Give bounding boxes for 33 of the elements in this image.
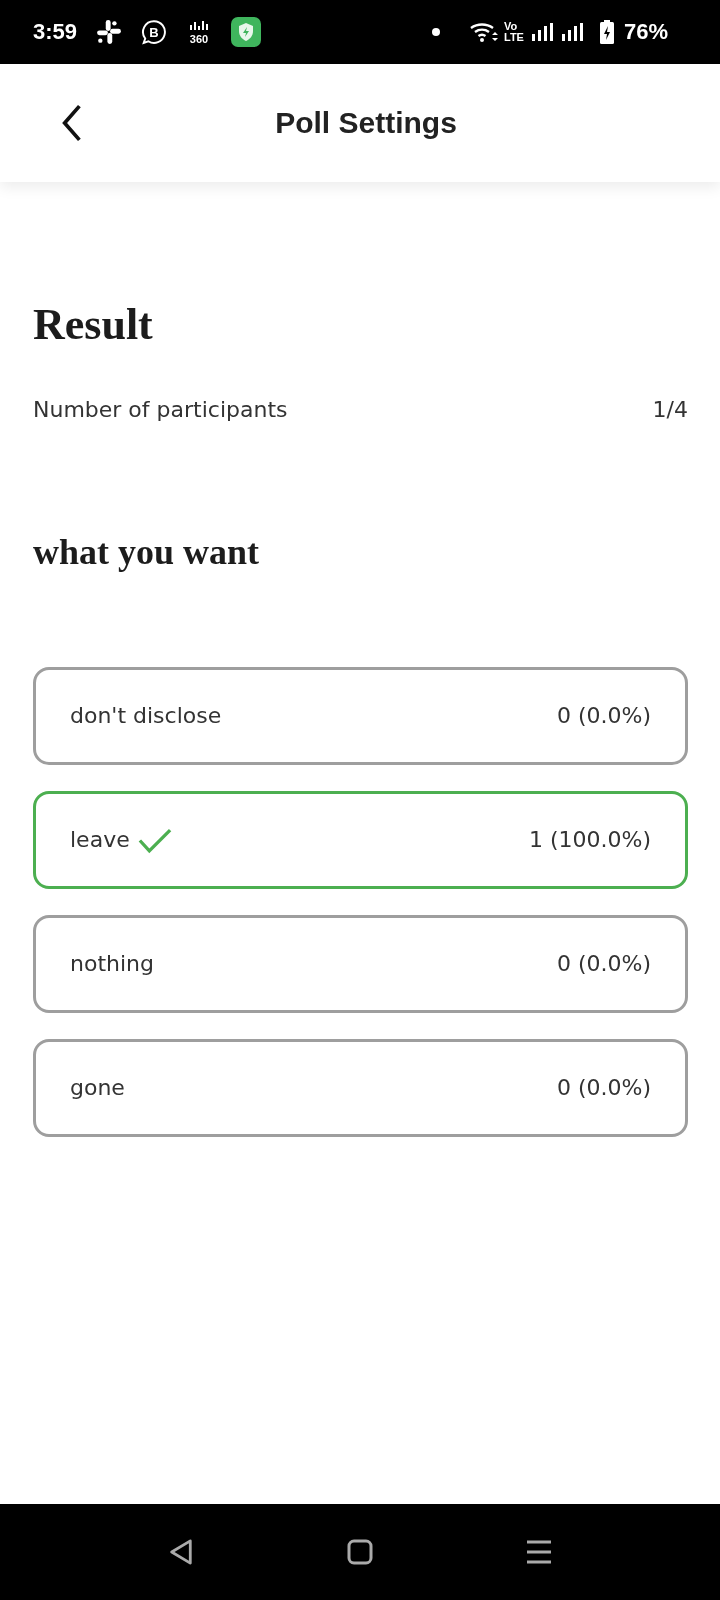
participants-count: 1/4 — [652, 396, 688, 424]
poll-option[interactable]: leave 1 (100.0%) — [33, 791, 688, 889]
triangle-back-icon — [168, 1539, 194, 1565]
battery-percent: 76% — [623, 19, 668, 45]
poll-option[interactable]: gone 0 (0.0%) — [33, 1039, 688, 1137]
signal-icon — [561, 23, 584, 41]
option-label: nothing — [70, 950, 154, 978]
question-title: what you want — [33, 532, 260, 572]
volte-indicator: Vo LTE — [504, 21, 524, 43]
battery-charging-icon — [599, 20, 614, 44]
option-result: 0 (0.0%) — [556, 950, 651, 978]
poll-option[interactable]: nothing 0 (0.0%) — [33, 915, 688, 1013]
notification-dot-icon — [432, 28, 440, 36]
pinwheel-icon — [96, 19, 123, 45]
option-result: 1 (100.0%) — [528, 826, 651, 854]
menu-icon — [526, 1539, 552, 1565]
option-result: 0 (0.0%) — [556, 702, 651, 730]
check-icon — [137, 826, 172, 854]
option-result: 0 (0.0%) — [556, 1074, 651, 1102]
back-icon — [61, 104, 83, 142]
participants-label: Number of participants — [33, 396, 288, 424]
option-label: don't disclose — [70, 702, 222, 730]
option-label: gone — [70, 1074, 125, 1102]
chat-bubble-icon: B — [141, 19, 168, 45]
section-heading: Result — [33, 300, 153, 350]
page-title: Poll Settings — [275, 106, 457, 140]
poll-option[interactable]: don't disclose 0 (0.0%) — [33, 667, 688, 765]
shield-app-icon — [231, 17, 262, 47]
status-time: 3:59 — [33, 19, 78, 45]
signal-icon — [531, 23, 554, 41]
square-home-icon — [347, 1539, 373, 1565]
option-label: leave — [70, 826, 130, 854]
wifi-icon — [470, 21, 498, 43]
